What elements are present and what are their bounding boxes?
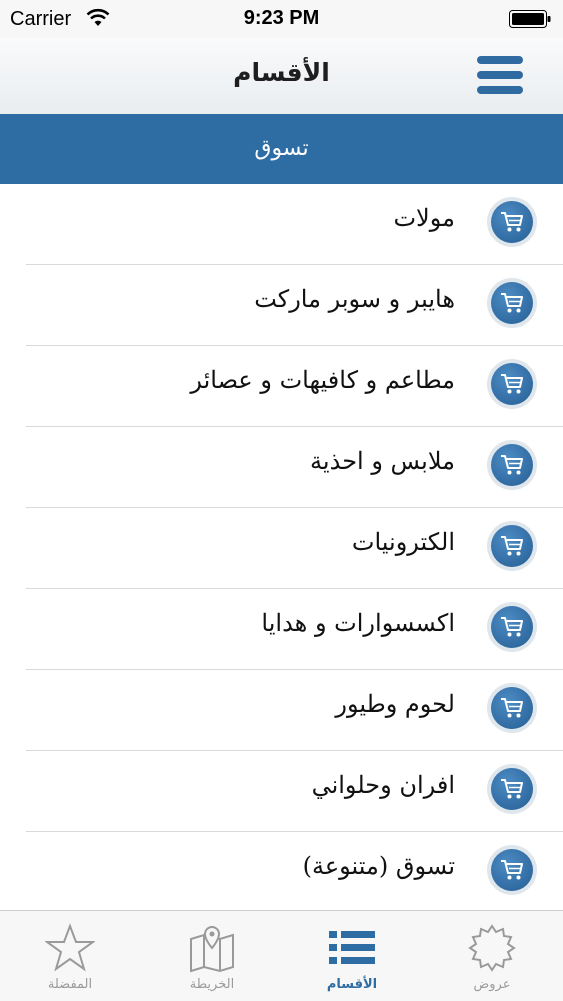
list-item[interactable]: افران وحلواني — [0, 751, 563, 832]
tab-label: الخريطة — [189, 977, 235, 992]
cart-badge — [487, 764, 537, 814]
cart-badge — [487, 359, 537, 409]
battery-icon — [509, 10, 551, 28]
list-item[interactable]: اكسسوارات و هدايا — [0, 589, 563, 670]
shopping-cart-icon — [501, 617, 523, 637]
nav-bar: الأقسام — [0, 38, 563, 115]
shopping-cart-icon — [501, 293, 523, 313]
shopping-cart-icon — [501, 779, 523, 799]
tab-map[interactable]: الخريطة — [142, 911, 282, 1001]
hamburger-icon — [477, 56, 523, 64]
shopping-cart-icon — [501, 212, 523, 232]
list-item-label: تسوق (متنوعة) — [302, 852, 455, 880]
list-item[interactable]: مولات — [0, 184, 563, 265]
category-list: مولات هايبر و سوبر ماركت مطاعم و كافيهات و… — [0, 184, 563, 913]
cart-badge — [487, 197, 537, 247]
cart-badge — [487, 602, 537, 652]
star-icon — [45, 923, 95, 972]
list-item[interactable]: مطاعم و كافيهات و عصائر — [0, 346, 563, 427]
status-bar: Carrier 9:23 PM — [0, 0, 563, 38]
tab-offers[interactable]: عروض — [422, 911, 562, 1001]
list-item-label: افران وحلواني — [311, 771, 455, 799]
list-item[interactable]: الكترونيات — [0, 508, 563, 589]
menu-button[interactable] — [477, 56, 523, 96]
list-item-label: مولات — [393, 204, 455, 232]
section-header: تسوق — [0, 114, 563, 184]
tab-categories[interactable]: الأقسام — [282, 911, 422, 1001]
tab-favorites[interactable]: المفضلة — [0, 911, 140, 1001]
map-icon — [190, 925, 234, 973]
shopping-cart-icon — [501, 536, 523, 556]
tab-label: عروض — [473, 977, 511, 992]
shopping-cart-icon — [501, 455, 523, 475]
list-item[interactable]: لحوم وطيور — [0, 670, 563, 751]
list-icon — [329, 931, 375, 964]
tab-label: المفضلة — [47, 977, 93, 992]
list-item-label: اكسسوارات و هدايا — [261, 609, 455, 637]
cart-badge — [487, 521, 537, 571]
shopping-cart-icon — [501, 374, 523, 394]
shopping-cart-icon — [501, 698, 523, 718]
section-title: تسوق — [254, 136, 309, 161]
shopping-cart-icon — [501, 860, 523, 880]
list-item[interactable]: ملابس و احذية — [0, 427, 563, 508]
status-time: 9:23 PM — [243, 7, 320, 29]
tab-label: الأقسام — [326, 977, 378, 992]
list-item-label: مطاعم و كافيهات و عصائر — [190, 366, 455, 394]
list-item[interactable]: هايبر و سوبر ماركت — [0, 265, 563, 346]
list-item-label: هايبر و سوبر ماركت — [254, 285, 455, 313]
cart-badge — [487, 278, 537, 328]
tab-bar: المفضلة الخريطة الأقسام عروض — [0, 910, 563, 1001]
list-item[interactable]: تسوق (متنوعة) — [0, 832, 563, 913]
badge-icon — [468, 924, 516, 972]
cart-badge — [487, 440, 537, 490]
cart-badge — [487, 683, 537, 733]
list-item-label: لحوم وطيور — [335, 690, 455, 718]
list-item-label: الكترونيات — [351, 528, 455, 556]
cart-badge — [487, 845, 537, 895]
list-item-label: ملابس و احذية — [310, 447, 455, 475]
